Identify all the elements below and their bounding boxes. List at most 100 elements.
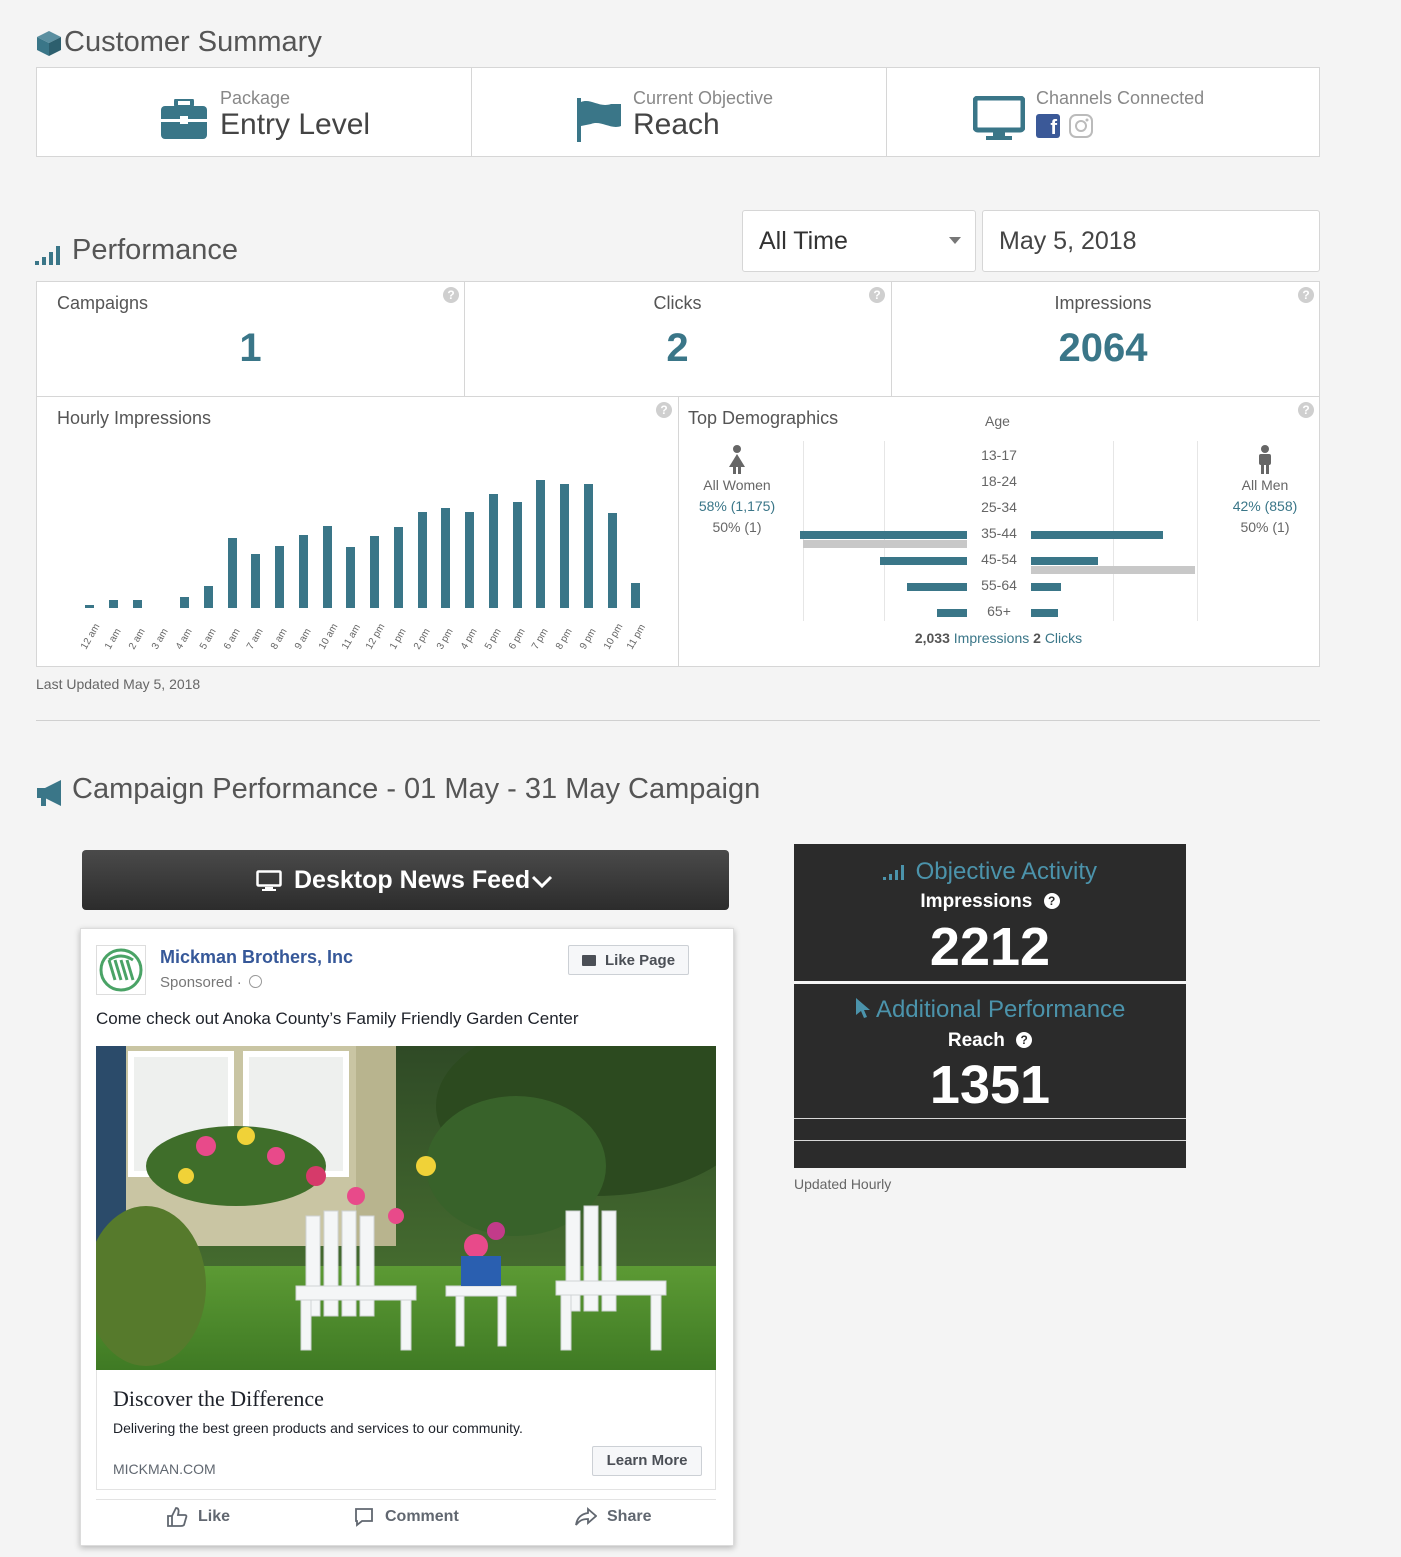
garden-logo-icon: [99, 948, 143, 992]
ad-link-card[interactable]: Discover the Difference Delivering the b…: [96, 1370, 716, 1490]
men-clicks-bar: [1031, 566, 1195, 574]
thumbs-up-icon: [582, 955, 596, 966]
megaphone-icon: [37, 780, 61, 806]
stats-panel: Campaigns ? 1 Clicks ? 2 Impressions ? 2…: [36, 281, 1320, 397]
hour-tick-label: 10 pm: [601, 621, 625, 652]
placement-select[interactable]: Desktop News Feed: [82, 850, 729, 910]
additional-performance-title: Additional Performance: [875, 996, 1126, 1023]
share-icon: [575, 1507, 597, 1526]
signal-bars-icon: [35, 246, 60, 265]
globe-icon: [248, 975, 262, 988]
demographics-footer: 2,033 Impressions 2 Clicks: [678, 630, 1319, 646]
chevron-down-icon: [531, 875, 553, 889]
women-impressions-bar: [880, 557, 967, 565]
hourly-bar: [370, 536, 379, 608]
stat-campaigns: Campaigns ? 1: [37, 282, 465, 396]
help-icon[interactable]: ?: [869, 287, 885, 303]
age-group-label: 13-17: [981, 447, 1017, 463]
hourly-bar: [536, 480, 546, 608]
men-impressions-bar: [1031, 609, 1058, 617]
hourly-impressions-chart: Hourly Impressions ? 12 am 1 am 2 am 3 am 4 …: [37, 397, 679, 666]
instagram-icon[interactable]: [1068, 113, 1094, 139]
hour-tick-label: 2 am: [126, 626, 148, 652]
women-impressions-bar: [800, 531, 967, 539]
objective-card: Current Objective Reach: [471, 68, 887, 156]
caret-down-icon: [949, 237, 961, 244]
hourly-bar: [322, 525, 332, 608]
ad-image[interactable]: [96, 1046, 716, 1370]
time-range-value: All Time: [759, 227, 848, 255]
channels-label: Channels Connected: [1036, 88, 1205, 108]
age-group-label: 35-44: [981, 525, 1017, 541]
men-impressions-bar: [1031, 531, 1163, 539]
hourly-bar: [298, 534, 308, 608]
hourly-bar: [631, 583, 641, 608]
help-icon[interactable]: ?: [443, 287, 459, 303]
comment-label: Comment: [385, 1508, 459, 1525]
learn-more-button[interactable]: Learn More: [592, 1446, 702, 1476]
objective-metric: Impressions ?: [794, 891, 1186, 913]
hourly-bars: 12 am 1 am 2 am 3 am 4 am 5 am 6 am 7 am 8 am 9 a…: [37, 397, 678, 666]
objective-label: Current Objective: [633, 88, 774, 108]
ad-actions: Like Comment Share: [96, 1499, 716, 1535]
cursor-icon: [855, 998, 870, 1018]
package-label: Package: [220, 88, 291, 108]
stat-campaigns-value: 1: [239, 326, 262, 370]
stat-clicks-label: Clicks: [653, 293, 702, 313]
stat-impressions: Impressions ? 2064: [891, 282, 1319, 396]
hour-tick-label: 9 pm: [577, 626, 599, 652]
stat-campaigns-label: Campaigns: [57, 293, 149, 313]
footer-clicks-label: Clicks: [1044, 630, 1083, 646]
help-icon[interactable]: ?: [1016, 1032, 1033, 1048]
comment-icon: [355, 1508, 373, 1527]
page-logo[interactable]: [96, 945, 146, 995]
page-name[interactable]: Mickman Brothers, Inc: [160, 947, 353, 968]
like-page-button[interactable]: Like Page: [568, 945, 689, 975]
hourly-bar: [227, 538, 237, 608]
ad-headline: Discover the Difference: [113, 1386, 324, 1411]
grid-line: [1197, 441, 1198, 621]
facebook-icon[interactable]: f: [1036, 114, 1060, 139]
divider: [794, 1118, 1186, 1119]
package-value: Entry Level: [220, 108, 371, 141]
flag-icon: [577, 98, 621, 142]
objective-activity-title: Objective Activity: [915, 858, 1098, 885]
hour-tick-label: 3 am: [150, 626, 171, 652]
hour-tick-label: 3 pm: [435, 626, 456, 652]
like-page-label: Like Page: [605, 952, 676, 969]
last-updated: Last Updated May 5, 2018: [36, 676, 201, 692]
women-clicks-bar: [803, 540, 967, 548]
sponsored-text: Sponsored ·: [160, 974, 242, 991]
sponsored-label: Sponsored ·: [160, 974, 262, 991]
additional-performance-header: Additional Performance: [794, 996, 1186, 1024]
hourly-bar: [488, 494, 498, 608]
hourly-bar: [108, 600, 118, 608]
footer-clicks-count: 2: [1033, 630, 1041, 646]
signal-bars-icon: [882, 865, 904, 880]
monitor-icon: [973, 96, 1025, 140]
demographics-bars: 13-17 18-24 25-34 35-44 45-54 55-64 65+: [678, 397, 1319, 666]
hourly-bar: [607, 513, 617, 608]
charts-panel: Hourly Impressions ? 12 am 1 am 2 am 3 am 4 …: [36, 396, 1320, 667]
divider: [36, 720, 1320, 721]
hourly-bar: [465, 511, 474, 608]
objective-metric-label: Impressions: [920, 891, 1033, 912]
date-value: May 5, 2018: [999, 227, 1137, 255]
hour-tick-label: 4 am: [174, 626, 195, 652]
age-group-label: 25-34: [981, 499, 1017, 515]
hourly-bar: [180, 597, 189, 608]
hour-tick-label: 11 am: [340, 622, 364, 652]
hourly-bar: [85, 604, 94, 608]
thumbs-up-icon: [167, 1507, 188, 1527]
time-range-select[interactable]: All Time: [742, 210, 976, 272]
objective-activity-header: Objective Activity: [794, 858, 1186, 886]
age-group-label: 18-24: [981, 473, 1017, 489]
help-icon[interactable]: ?: [1298, 287, 1314, 303]
age-group-label: 55-64: [981, 577, 1017, 593]
stat-impressions-value: 2064: [1058, 326, 1148, 370]
men-impressions-bar: [1031, 557, 1098, 565]
date-input[interactable]: May 5, 2018: [982, 210, 1320, 272]
additional-value: 1351: [929, 1055, 1051, 1115]
help-icon[interactable]: ?: [1043, 893, 1060, 909]
footer-impressions-label: Impressions: [953, 630, 1030, 646]
